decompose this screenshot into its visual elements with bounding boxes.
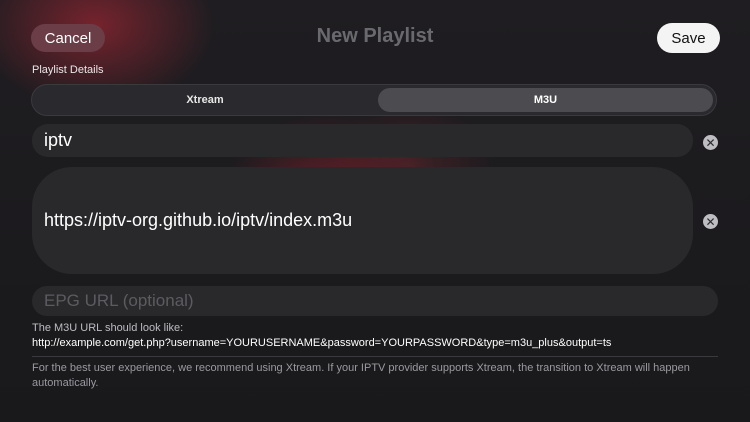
save-button[interactable]: Save	[657, 23, 720, 53]
epg-url-placeholder: EPG URL (optional)	[44, 291, 194, 310]
clear-name-button[interactable]: ✕	[703, 135, 718, 150]
section-label: Playlist Details	[32, 64, 104, 76]
xtream-recommendation-note: For the best user experience, we recomme…	[32, 362, 690, 389]
playlist-url-field[interactable]: https://iptv-org.github.io/iptv/index.m3…	[32, 167, 693, 274]
page-title: New Playlist	[316, 25, 434, 47]
epg-url-field[interactable]: EPG URL (optional)	[32, 286, 718, 316]
m3u-hint-label: The M3U URL should look like:	[32, 322, 184, 334]
playlist-url-value: https://iptv-org.github.io/iptv/index.m3…	[44, 210, 353, 230]
divider	[32, 356, 718, 357]
m3u-example-url: http://example.com/get.php?username=YOUR…	[32, 337, 612, 349]
playlist-name-value: iptv	[44, 130, 73, 150]
playlist-name-field[interactable]: iptv	[32, 124, 693, 157]
x-circle-icon: ✕	[705, 135, 716, 150]
clear-url-button[interactable]: ✕	[703, 214, 718, 229]
segment-m3u[interactable]: M3U	[378, 88, 713, 112]
playlist-type-segmented-control: Xtream M3U	[31, 84, 717, 116]
x-circle-icon: ✕	[705, 214, 716, 229]
segment-xtream[interactable]: Xtream	[35, 88, 375, 112]
